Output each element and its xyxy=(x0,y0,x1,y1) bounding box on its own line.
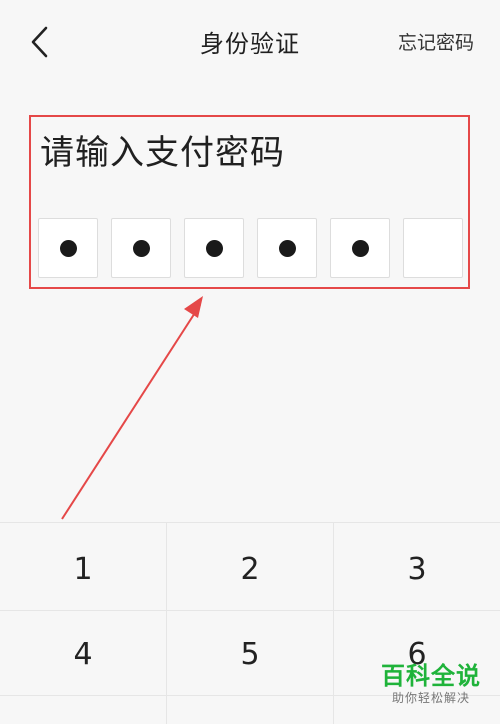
key-3[interactable]: 3 xyxy=(334,527,500,612)
key-2[interactable]: 2 xyxy=(167,527,333,612)
watermark-title: 百科全说 xyxy=(381,662,481,690)
key-4[interactable]: 4 xyxy=(0,612,166,697)
watermark-subtitle: 助你轻松解决 xyxy=(391,691,470,705)
key-5[interactable]: 5 xyxy=(167,612,333,697)
annotation-highlight-box xyxy=(29,115,470,289)
top-bar: 身份验证 忘记密码 xyxy=(0,0,500,80)
watermark: 百科全说 助你轻松解决 xyxy=(376,662,486,706)
key-1[interactable]: 1 xyxy=(0,527,166,612)
forgot-password-link[interactable]: 忘记密码 xyxy=(398,28,474,55)
